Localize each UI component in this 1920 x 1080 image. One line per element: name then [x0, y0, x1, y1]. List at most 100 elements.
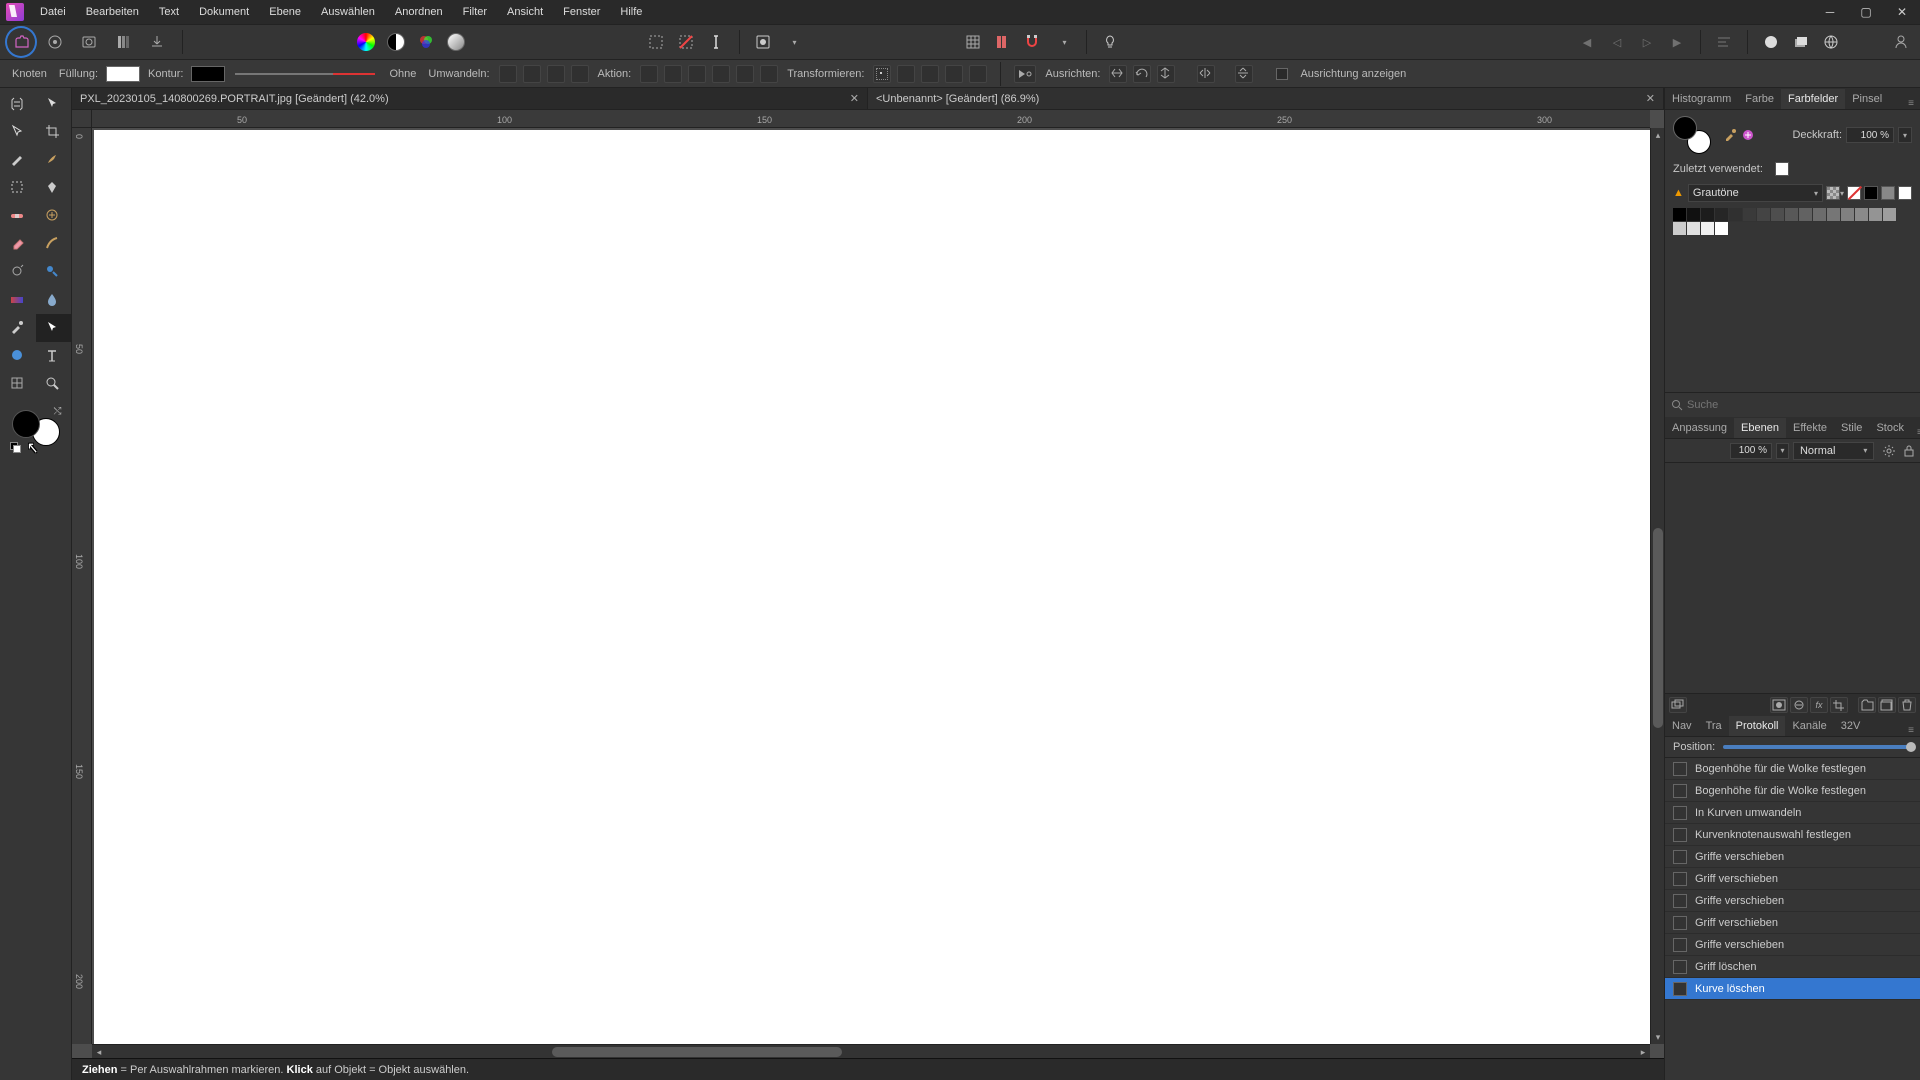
swatch-cell[interactable] [1813, 208, 1827, 222]
menu-hilfe[interactable]: Hilfe [610, 2, 652, 22]
tab-brush[interactable]: Pinsel [1845, 89, 1889, 109]
swap-colors-icon[interactable]: ⤭ [54, 406, 62, 417]
ruler-horizontal[interactable]: 50100150200250300 [92, 110, 1650, 128]
scroll-up-icon[interactable]: ▴ [1651, 128, 1664, 142]
view-tool[interactable] [0, 90, 36, 118]
mid-swatch[interactable] [1881, 186, 1895, 200]
action-join-button[interactable] [712, 65, 730, 83]
swatch-cell[interactable] [1757, 208, 1771, 222]
window-minimize-button[interactable]: ─ [1812, 0, 1848, 24]
menu-ebene[interactable]: Ebene [259, 2, 311, 22]
scrollbar-horizontal[interactable]: ◂ ▸ [92, 1044, 1650, 1058]
swatch-cell[interactable] [1701, 222, 1715, 236]
mesh-tool[interactable] [0, 370, 36, 398]
stack-button[interactable] [1788, 29, 1814, 55]
white-swatch[interactable] [1898, 186, 1912, 200]
convert-smart-button[interactable] [547, 65, 565, 83]
gradient-button[interactable] [443, 29, 469, 55]
assistant-button[interactable] [1097, 29, 1123, 55]
reset-colors-icon[interactable] [10, 442, 20, 452]
scrollbar-thumb[interactable] [552, 1047, 842, 1057]
search-input[interactable] [1687, 397, 1914, 413]
history-slider[interactable] [1723, 745, 1912, 749]
swatch-cell[interactable] [1673, 222, 1687, 236]
action-reverse-button[interactable] [736, 65, 754, 83]
history-item[interactable]: Kurve löschen [1665, 978, 1920, 1000]
move-tool[interactable] [36, 90, 72, 118]
swatch-cell[interactable] [1715, 208, 1729, 222]
tab-histogram[interactable]: Histogramm [1665, 89, 1738, 109]
columns-button[interactable] [990, 29, 1016, 55]
layer-opacity-dropdown[interactable]: ▾ [1776, 443, 1789, 459]
selection-new-button[interactable] [643, 29, 669, 55]
new-layer-pixel-button[interactable] [1758, 29, 1784, 55]
history-item[interactable]: Griff löschen [1665, 956, 1920, 978]
zoom-tool[interactable] [36, 370, 72, 398]
tab-transform[interactable]: Tra [1699, 716, 1729, 736]
scrollbar-vertical[interactable]: ▴ ▾ [1650, 128, 1664, 1044]
grid-button[interactable] [960, 29, 986, 55]
gradient-tool[interactable] [0, 286, 36, 314]
quickmask-button[interactable] [750, 29, 776, 55]
history-item[interactable]: Griff verschieben [1665, 912, 1920, 934]
align-rotate-button[interactable] [1133, 65, 1151, 83]
palette-select[interactable]: Grautöne▾ [1688, 184, 1823, 202]
swatch-cell[interactable] [1827, 208, 1841, 222]
tab-stock[interactable]: Stock [1869, 418, 1911, 438]
tab-32v[interactable]: 32V [1834, 716, 1868, 736]
swatch-cell[interactable] [1687, 222, 1701, 236]
history-list[interactable]: Bogenhöhe für die Wolke festlegenBogenhö… [1665, 758, 1920, 1080]
action-break-button[interactable] [640, 65, 658, 83]
cursor-text-button[interactable] [703, 29, 729, 55]
dodge-tool[interactable] [0, 258, 36, 286]
flood-select-tool[interactable] [36, 174, 72, 202]
stroke-style-label[interactable]: Ohne [385, 68, 420, 80]
brush-tool[interactable] [36, 146, 72, 174]
selection-subtract-button[interactable] [673, 29, 699, 55]
bw-button[interactable] [383, 29, 409, 55]
eyedropper-icon[interactable] [1723, 128, 1737, 142]
transform-2-button[interactable] [921, 65, 939, 83]
tab-swatches[interactable]: Farbfelder [1781, 89, 1845, 109]
menu-dokument[interactable]: Dokument [189, 2, 259, 22]
blend-mode-select[interactable]: Normal▾ [1793, 442, 1874, 460]
layer-add-button[interactable] [1878, 697, 1896, 713]
crop-tool[interactable] [36, 118, 72, 146]
snap-button[interactable] [1020, 29, 1046, 55]
recent-swatch[interactable] [1775, 162, 1789, 176]
layer-merge-button[interactable] [1669, 697, 1687, 713]
color-fg-bg[interactable]: ⤭ ↖ [6, 404, 66, 452]
erase-tool[interactable] [0, 230, 36, 258]
swatch-cell[interactable] [1729, 208, 1743, 222]
swatch-cell[interactable] [1743, 208, 1757, 222]
history-item[interactable]: Kurvenknotenauswahl festlegen [1665, 824, 1920, 846]
account-button[interactable] [1888, 29, 1914, 55]
layer-opacity-input[interactable]: 100 % [1730, 443, 1772, 459]
swatch-view-button[interactable] [1826, 186, 1840, 200]
persona-liquify-button[interactable] [41, 28, 69, 56]
vector-arrow-tool[interactable] [36, 314, 72, 342]
pen-tool[interactable] [0, 146, 36, 174]
history-item[interactable]: Griff verschieben [1665, 868, 1920, 890]
menu-bearbeiten[interactable]: Bearbeiten [76, 2, 149, 22]
swatch-cell[interactable] [1771, 208, 1785, 222]
history-item[interactable]: Bogenhöhe für die Wolke festlegen [1665, 758, 1920, 780]
menu-anordnen[interactable]: Anordnen [385, 2, 453, 22]
paint-tool[interactable] [36, 230, 72, 258]
transform-4-button[interactable] [969, 65, 987, 83]
marquee-rect-tool[interactable] [0, 174, 36, 202]
fill-swatch[interactable] [106, 66, 140, 82]
opacity-dropdown[interactable]: ▾ [1898, 127, 1912, 143]
wheel-button[interactable] [353, 29, 379, 55]
transform-1-button[interactable] [897, 65, 915, 83]
swatch-cell[interactable] [1673, 208, 1687, 222]
swatch-cell[interactable] [1715, 222, 1729, 236]
tab-color[interactable]: Farbe [1738, 89, 1781, 109]
opacity-input[interactable]: 100 % [1846, 127, 1894, 143]
convert-sharp-button[interactable] [499, 65, 517, 83]
menu-auswählen[interactable]: Auswählen [311, 2, 385, 22]
globe-button[interactable] [1818, 29, 1844, 55]
tab-nav[interactable]: Nav [1665, 716, 1699, 736]
foreground-color-swatch[interactable] [12, 410, 40, 438]
snap-dropdown[interactable] [1050, 29, 1076, 55]
